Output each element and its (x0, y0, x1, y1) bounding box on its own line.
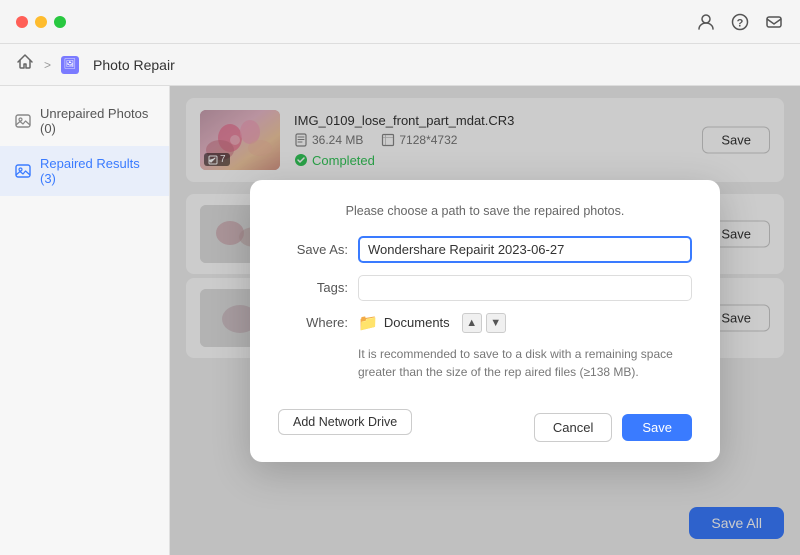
modal-overlay: Please choose a path to save the repaire… (170, 86, 800, 555)
repaired-icon (14, 162, 32, 180)
modal-save-button[interactable]: Save (622, 414, 692, 441)
where-controls: ▲ ▼ (462, 313, 506, 333)
mail-icon[interactable] (764, 12, 784, 32)
maximize-button[interactable] (54, 16, 66, 28)
tags-input[interactable] (358, 275, 692, 301)
svg-text:?: ? (737, 17, 744, 29)
tags-label: Tags: (278, 280, 348, 295)
add-network-drive-button[interactable]: Add Network Drive (278, 409, 412, 435)
folder-icon: 📁 (358, 313, 378, 333)
traffic-lights (16, 16, 66, 28)
nav-bar: > 🖼 Photo Repair (0, 44, 800, 86)
main-layout: Unrepaired Photos (0) Repaired Results (… (0, 86, 800, 555)
photo-repair-nav-icon: 🖼 (61, 56, 79, 74)
unrepaired-icon (14, 112, 32, 130)
where-selector: 📁 Documents ▲ ▼ (358, 313, 692, 333)
unrepaired-label: Unrepaired Photos (0) (40, 106, 155, 136)
sidebar-item-repaired[interactable]: Repaired Results (3) (0, 146, 169, 196)
page-title: Photo Repair (93, 57, 175, 73)
tags-row: Tags: (278, 275, 692, 301)
home-icon[interactable] (16, 53, 34, 76)
cancel-button[interactable]: Cancel (534, 413, 612, 442)
save-as-input[interactable] (358, 236, 692, 263)
sidebar: Unrepaired Photos (0) Repaired Results (… (0, 86, 170, 555)
save-dialog: Please choose a path to save the repaire… (250, 180, 720, 462)
save-as-row: Save As: (278, 236, 692, 263)
disk-hint: It is recommended to save to a disk with… (358, 345, 692, 381)
where-up-button[interactable]: ▲ (462, 313, 482, 333)
nav-separator: > (44, 58, 51, 72)
user-icon[interactable] (696, 12, 716, 32)
where-folder[interactable]: Documents (384, 315, 450, 330)
content-area: 7 IMG_0109_lose_front_part_mdat.CR3 36.2… (170, 86, 800, 555)
where-down-button[interactable]: ▼ (486, 313, 506, 333)
help-icon[interactable]: ? (730, 12, 750, 32)
save-as-label: Save As: (278, 242, 348, 257)
modal-middle-row: Add Network Drive Cancel Save (278, 395, 692, 442)
close-button[interactable] (16, 16, 28, 28)
title-bar: ? (0, 0, 800, 44)
minimize-button[interactable] (35, 16, 47, 28)
modal-footer: Cancel Save (534, 413, 692, 442)
modal-hint: Please choose a path to save the repaire… (278, 204, 692, 218)
where-label: Where: (278, 315, 348, 330)
sidebar-item-unrepaired[interactable]: Unrepaired Photos (0) (0, 96, 169, 146)
repaired-label: Repaired Results (3) (40, 156, 155, 186)
title-bar-actions: ? (696, 12, 784, 32)
where-row: Where: 📁 Documents ▲ ▼ (278, 313, 692, 333)
